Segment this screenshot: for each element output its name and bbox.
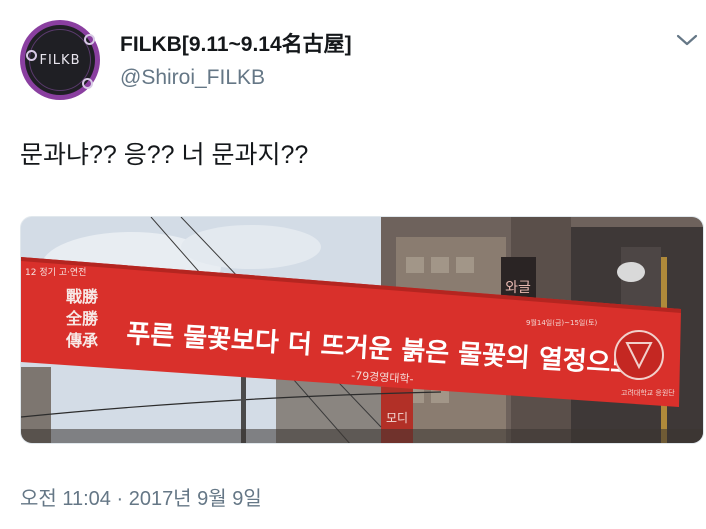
- banner-top-left: 12 정기 고·연전: [25, 267, 86, 278]
- chevron-down-icon[interactable]: [676, 32, 698, 48]
- tweet-photo[interactable]: 와글 모디 12 정기 고·연전 戰勝 全勝 傳承 푸른 물꽃보다 더 뜨거운 …: [20, 216, 704, 444]
- banner-side-char-3: 傳承: [65, 331, 98, 350]
- banner-side-char-1: 戰勝: [66, 287, 99, 306]
- banner-emblem-caption: 고려대학교 응원단: [621, 388, 675, 397]
- vertical-sign-text: 와글: [505, 280, 531, 296]
- display-name[interactable]: FILKB[9.11~9.14名古屋]: [120, 28, 352, 58]
- tweet-text: 문과냐?? 응?? 너 문과지??: [20, 141, 309, 169]
- avatar[interactable]: FILKB: [20, 20, 100, 100]
- banner-side-char-2: 全勝: [65, 309, 99, 328]
- banner-date-text: 9월14일(금)~15일(토): [526, 318, 598, 327]
- lower-sign-text: 모디: [386, 411, 408, 425]
- user-handle[interactable]: @Shiroi_FILKB: [120, 66, 265, 90]
- tweet-timestamp[interactable]: 오전 11:04 · 2017년 9월 9일: [20, 482, 262, 511]
